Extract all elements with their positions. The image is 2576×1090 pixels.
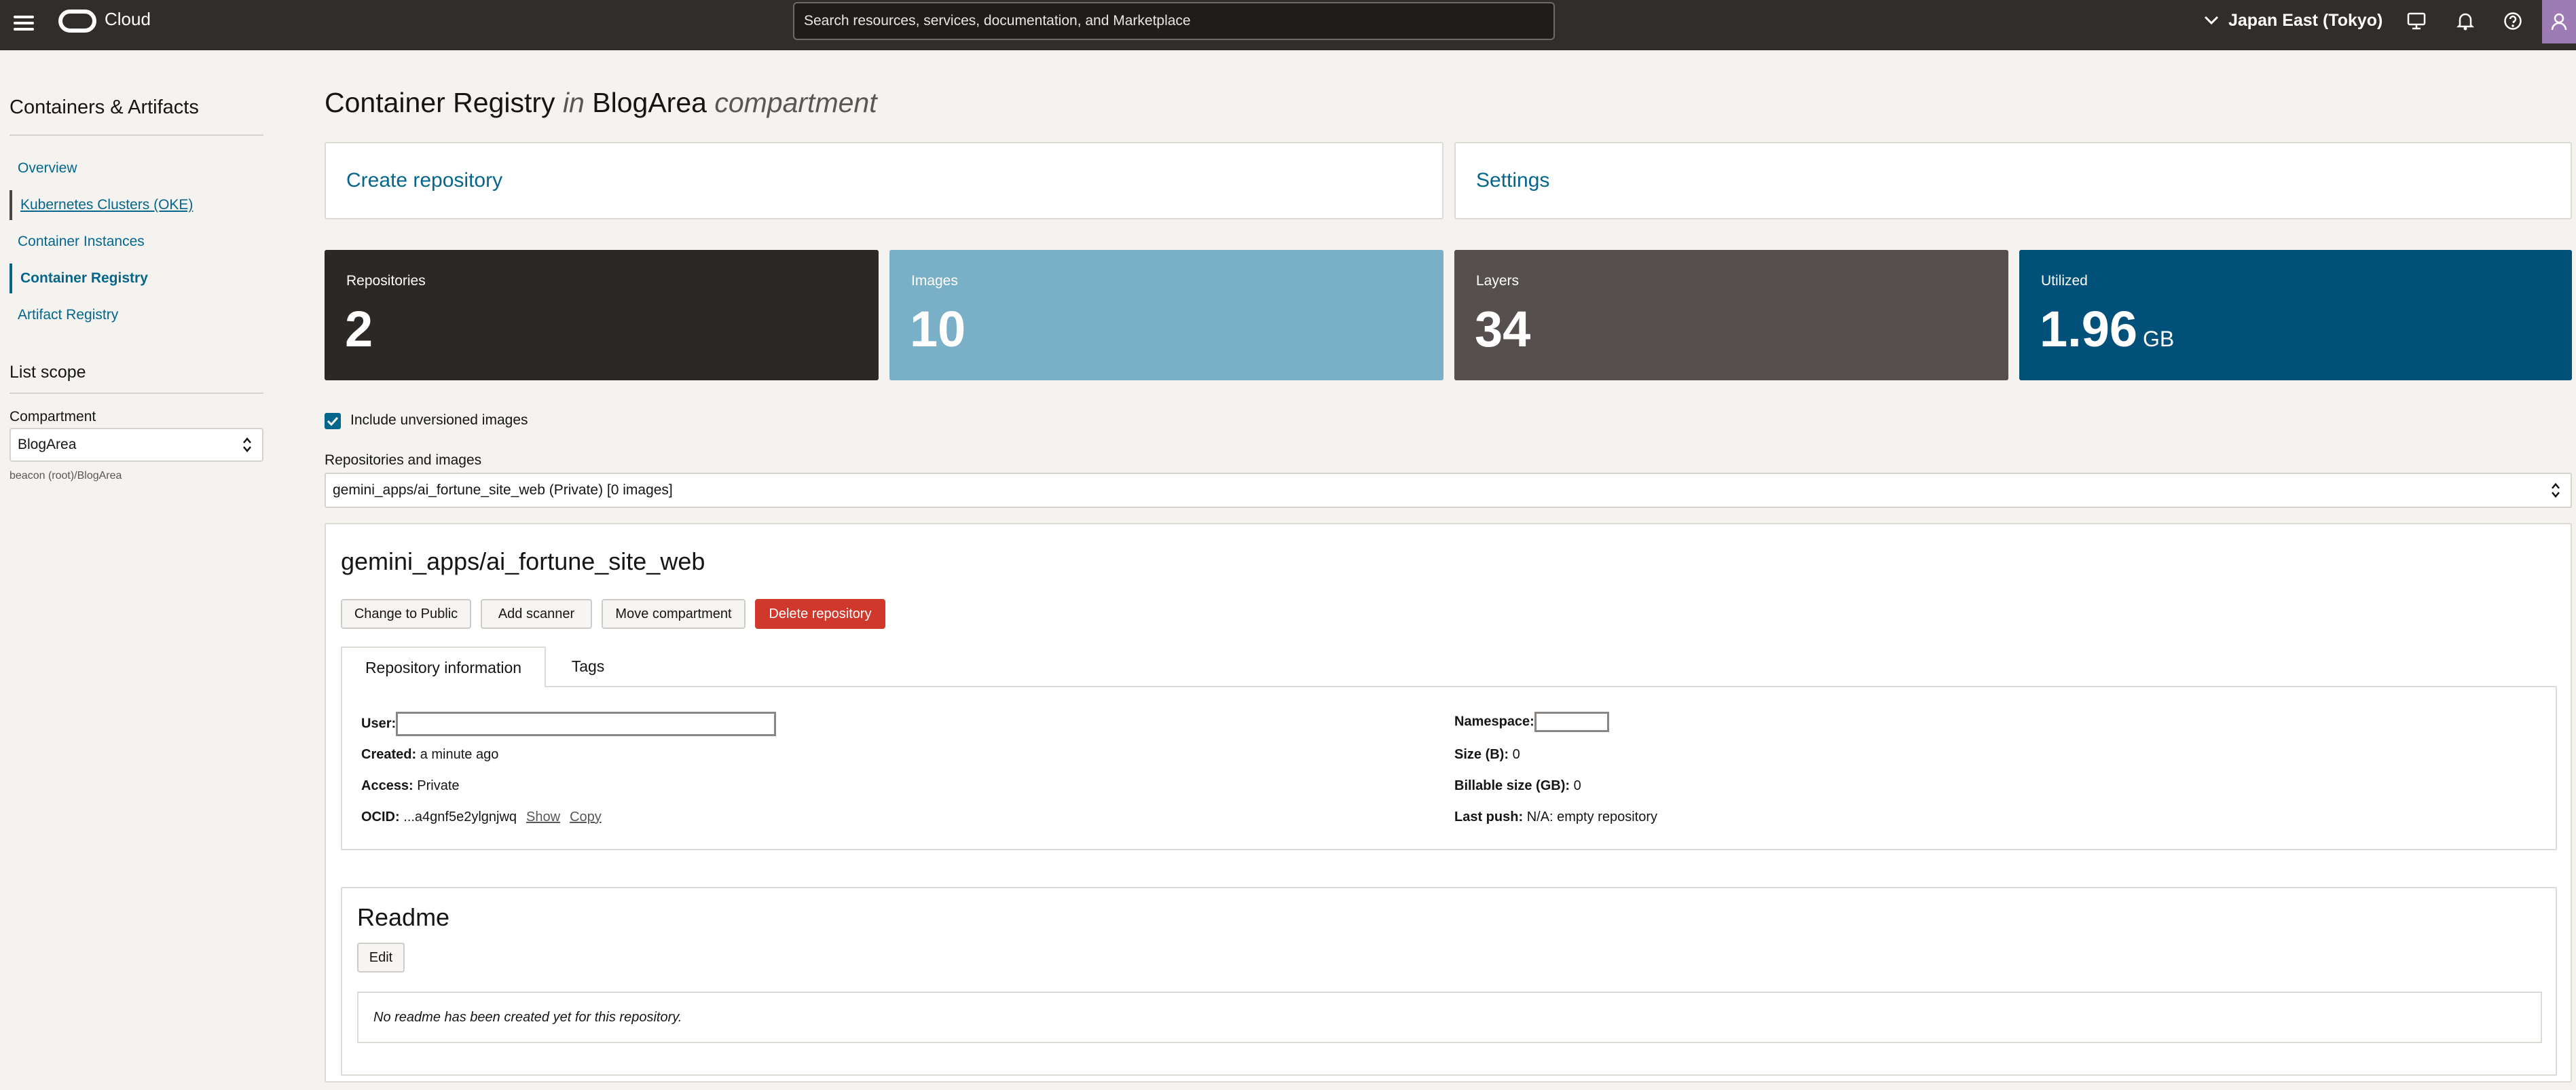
include-unversioned-label[interactable]: Include unversioned images: [350, 412, 528, 429]
top-bar: Cloud Search resources, services, docume…: [0, 0, 2576, 50]
oracle-logo[interactable]: [58, 10, 96, 33]
add-scanner-button[interactable]: Add scanner: [481, 599, 592, 629]
field-value: 0: [1512, 747, 1520, 762]
ocid-copy-link[interactable]: Copy: [570, 810, 602, 824]
field-value: 0: [1573, 778, 1581, 793]
include-unversioned-checkbox[interactable]: [325, 413, 341, 429]
select-arrows-icon: [2552, 483, 2560, 498]
repos-images-select[interactable]: gemini_apps/ai_fortune_site_web (Private…: [325, 473, 2572, 508]
access-field: Access: Private: [361, 778, 460, 794]
field-label: Last push:: [1454, 810, 1524, 824]
page-title-in: in: [562, 87, 585, 118]
field-label: Billable size (GB):: [1454, 778, 1570, 793]
sidebar-item-kubernetes-clusters[interactable]: Kubernetes Clusters (OKE): [10, 190, 263, 220]
field-value: a minute ago: [420, 747, 499, 762]
readme-section: Readme Edit No readme has been created y…: [341, 887, 2557, 1076]
readme-title: Readme: [357, 903, 450, 931]
compartment-label: Compartment: [10, 409, 96, 424]
compartment-select[interactable]: BlogArea: [10, 428, 263, 462]
field-label: User:: [361, 716, 397, 731]
scope-divider: [10, 393, 263, 394]
field-label: Namespace:: [1454, 714, 1534, 729]
move-compartment-button[interactable]: Move compartment: [602, 599, 746, 629]
redacted-value: [1534, 712, 1609, 732]
field-value: Private: [417, 778, 460, 793]
repository-detail-panel: gemini_apps/ai_fortune_site_web Change t…: [325, 523, 2572, 1083]
sidebar-item-container-instances[interactable]: Container Instances: [10, 227, 263, 257]
create-repository-card[interactable]: Create repository: [325, 142, 1443, 219]
compartment-value: BlogArea: [18, 437, 77, 452]
size-field: Size (B): 0: [1454, 747, 1520, 763]
metric-value: 2: [345, 301, 373, 357]
sidebar-divider: [10, 134, 263, 136]
page-title-compartment: BlogArea: [592, 87, 707, 118]
field-value: ...a4gnf5e2ylgnjwq: [403, 810, 517, 824]
metric-utilized: Utilized 1.96 GB: [2019, 250, 2572, 380]
ocid-show-link[interactable]: Show: [526, 810, 560, 824]
last-push-field: Last push: N/A: empty repository: [1454, 810, 1657, 825]
readme-empty-message: No readme has been created yet for this …: [357, 992, 2542, 1043]
sidebar-item-artifact-registry[interactable]: Artifact Registry: [10, 300, 263, 330]
sidebar-item-container-registry[interactable]: Container Registry: [10, 264, 263, 293]
metric-label: Utilized: [2041, 273, 2088, 289]
redacted-value: [396, 712, 777, 736]
readme-edit-button[interactable]: Edit: [357, 943, 405, 973]
metric-number: 1.96: [2040, 301, 2138, 357]
metric-repositories: Repositories 2: [325, 250, 879, 380]
namespace-field: Namespace:: [1454, 712, 1609, 732]
tab-repository-information[interactable]: Repository information: [341, 647, 546, 687]
field-label: Created:: [361, 747, 417, 762]
sidebar-title: Containers & Artifacts: [10, 96, 199, 118]
metric-images: Images 10: [889, 250, 1443, 380]
change-to-public-button[interactable]: Change to Public: [341, 599, 471, 629]
list-scope-title: List scope: [10, 363, 86, 382]
metric-value: 10: [910, 301, 966, 357]
select-arrows-icon: [243, 437, 251, 452]
repository-name: gemini_apps/ai_fortune_site_web: [341, 547, 705, 575]
user-icon[interactable]: [2542, 0, 2576, 43]
ocid-field: OCID: ...a4gnf5e2ylgnjwq Show Copy: [361, 810, 602, 825]
metric-value: 34: [1475, 301, 1531, 357]
metric-label: Layers: [1476, 273, 1520, 289]
field-value: N/A: empty repository: [1526, 810, 1657, 824]
metric-unit: GB: [2143, 327, 2175, 351]
created-field: Created: a minute ago: [361, 747, 498, 763]
region-label: Japan East (Tokyo): [2228, 10, 2383, 30]
page-title-suffix: compartment: [714, 87, 877, 118]
brand-name[interactable]: Cloud: [105, 9, 151, 30]
console-icon[interactable]: [2405, 10, 2428, 33]
settings-card[interactable]: Settings: [1454, 142, 2572, 219]
region-selector[interactable]: Japan East (Tokyo): [2204, 8, 2382, 33]
sidebar-item-label: Kubernetes Clusters (OKE): [20, 197, 194, 213]
bell-icon[interactable]: [2454, 10, 2477, 33]
metric-layers: Layers 34: [1454, 250, 2008, 380]
help-icon[interactable]: [2501, 10, 2524, 33]
delete-repository-button[interactable]: Delete repository: [755, 599, 885, 629]
field-label: OCID:: [361, 810, 400, 824]
metric-value: 1.96 GB: [2040, 300, 2174, 358]
page-title: Container Registry in BlogArea compartme…: [325, 87, 877, 119]
repository-info-box: User: Created: a minute ago Access: Priv…: [341, 686, 2557, 850]
metric-label: Repositories: [346, 273, 426, 289]
sidebar-item-overview[interactable]: Overview: [10, 153, 263, 183]
search-input[interactable]: Search resources, services, documentatio…: [793, 2, 1555, 40]
user-field: User:: [361, 712, 777, 736]
menu-icon[interactable]: [14, 12, 34, 33]
tab-tags[interactable]: Tags: [554, 647, 622, 687]
billable-size-field: Billable size (GB): 0: [1454, 778, 1581, 794]
field-label: Access:: [361, 778, 413, 793]
repos-images-label: Repositories and images: [325, 452, 482, 468]
field-label: Size (B):: [1454, 747, 1509, 762]
repos-images-value: gemini_apps/ai_fortune_site_web (Private…: [333, 482, 673, 498]
metric-label: Images: [911, 273, 958, 289]
chevron-down-icon: [2204, 16, 2219, 25]
compartment-path: beacon (root)/BlogArea: [10, 470, 122, 482]
checkmark-icon: [327, 416, 339, 426]
page-title-main: Container Registry: [325, 87, 555, 118]
